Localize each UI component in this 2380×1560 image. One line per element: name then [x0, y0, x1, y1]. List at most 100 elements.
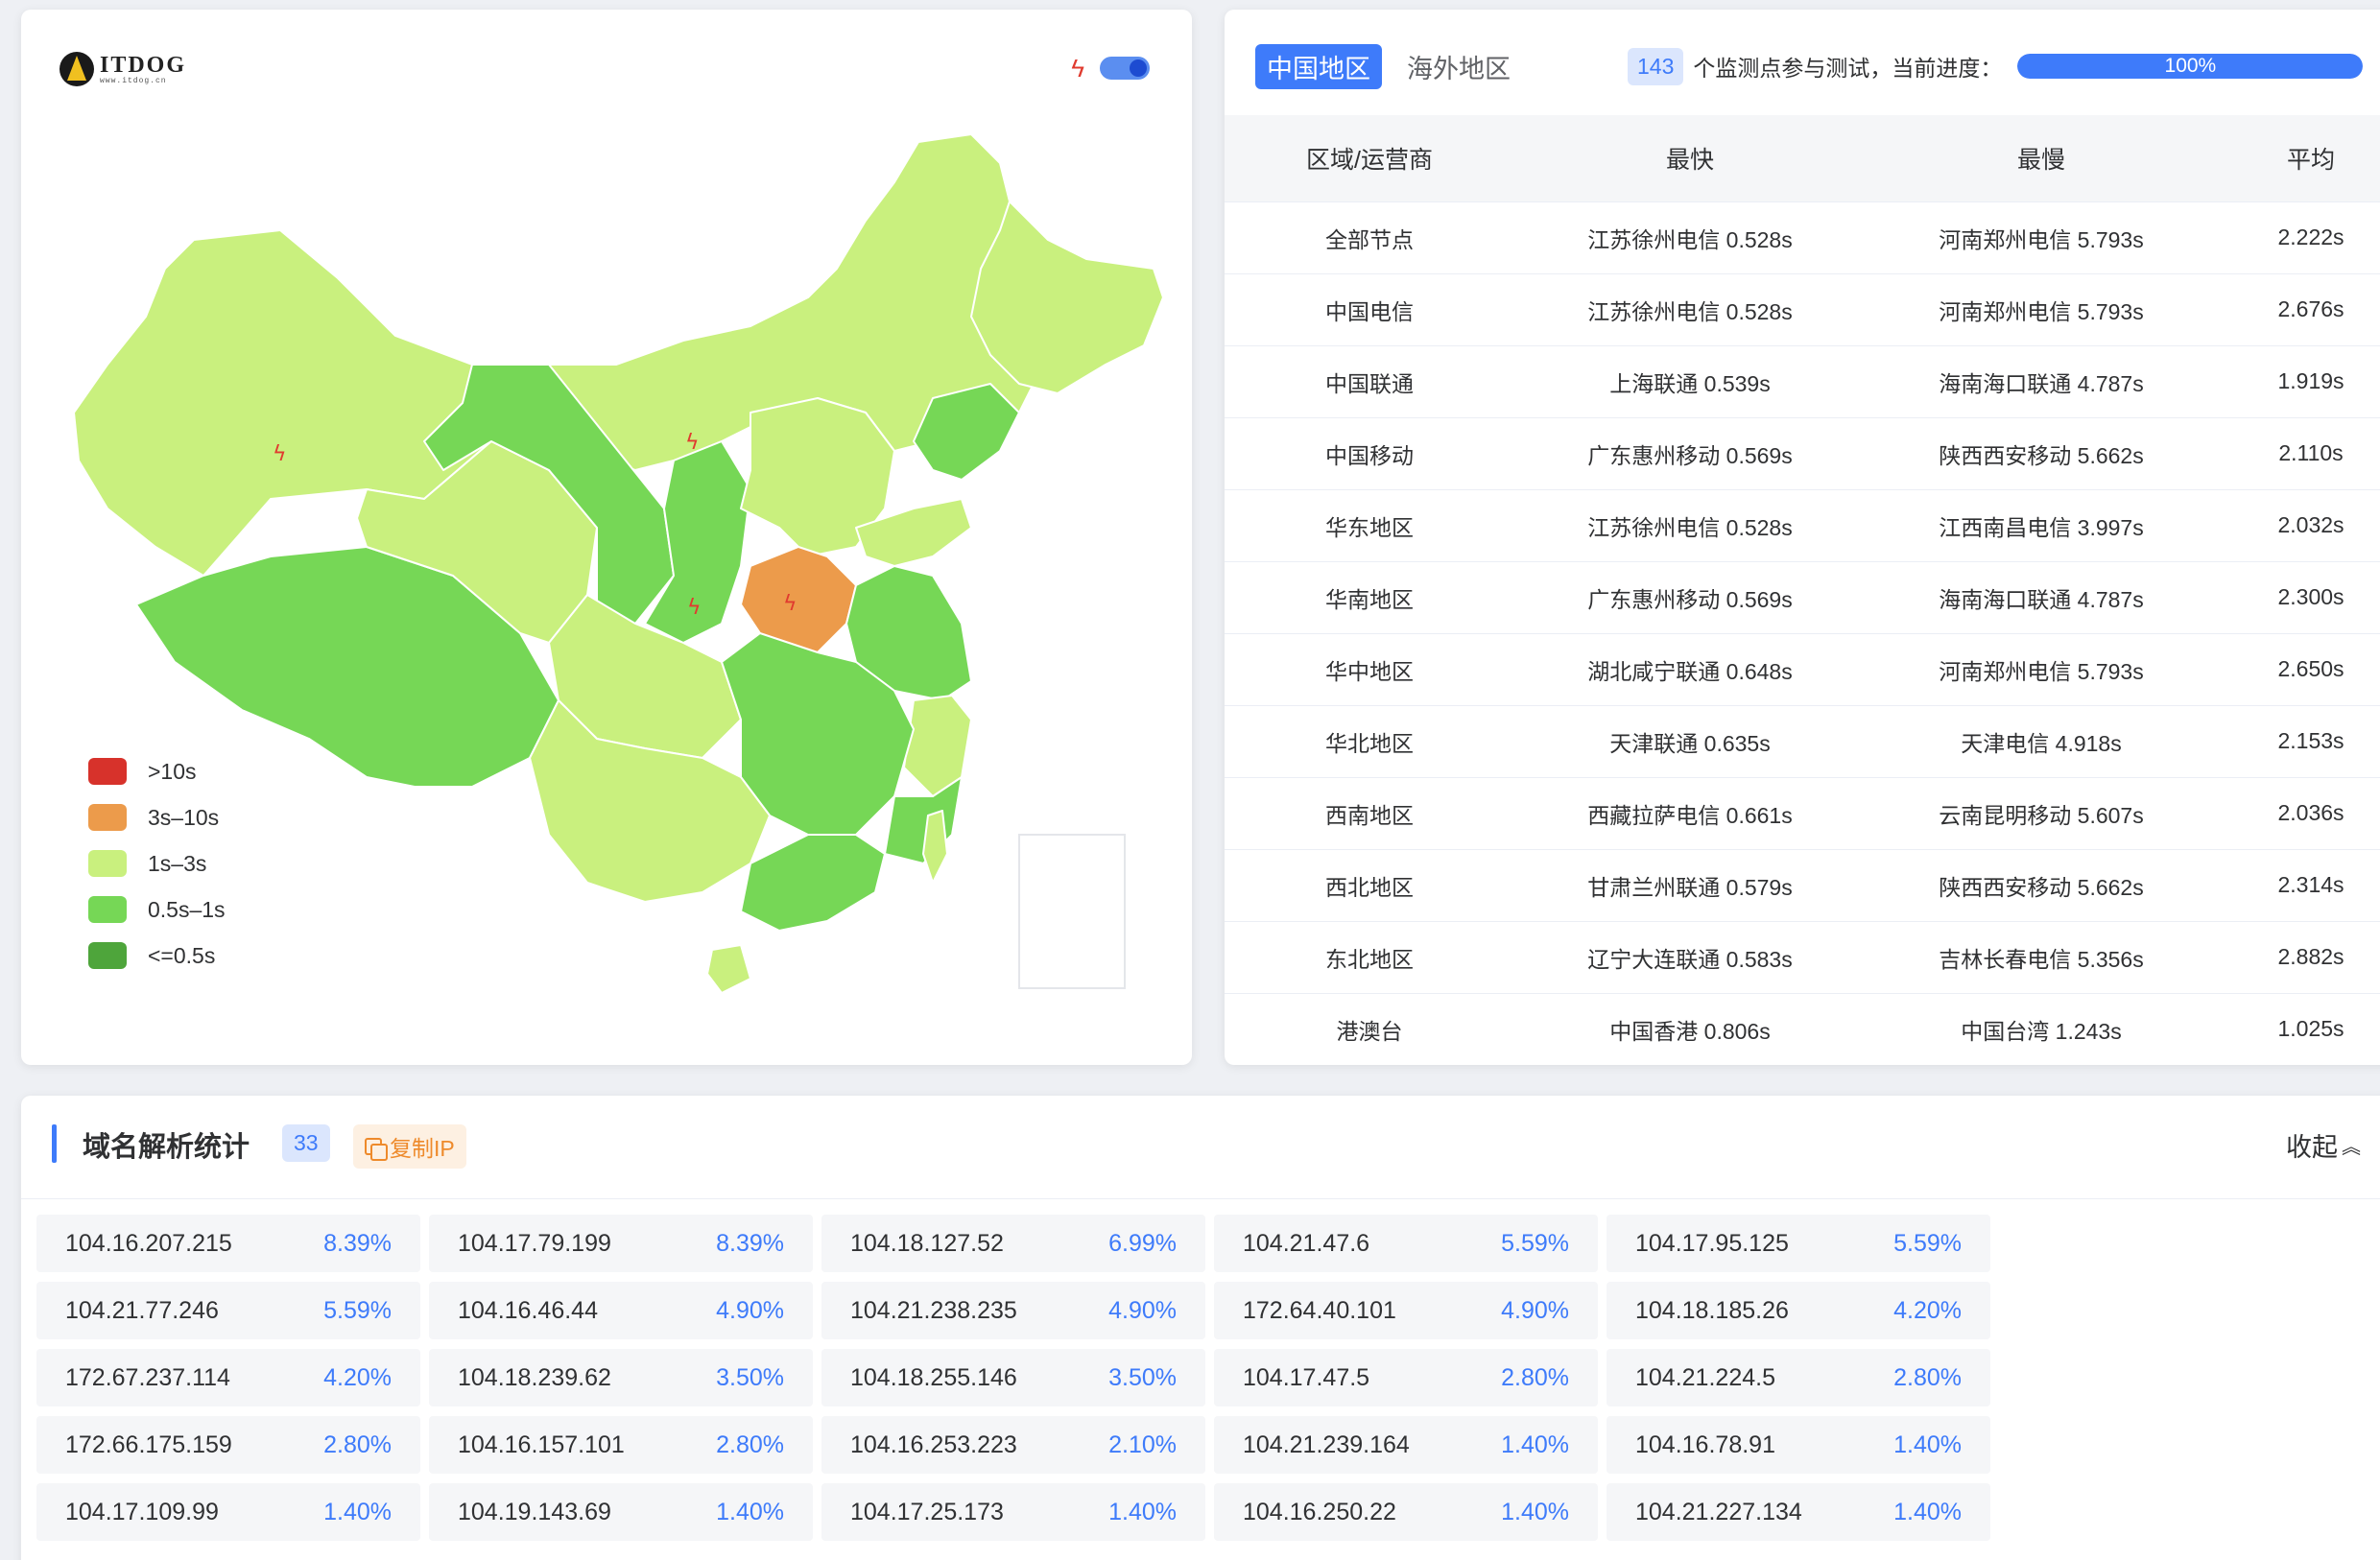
table-cell: 广东惠州移动 0.569s [1514, 560, 1866, 633]
ip-cell: 104.21.238.235 4.90% [821, 1282, 1205, 1339]
table-cell: 中国台湾 1.243s [1866, 992, 2217, 1065]
ip-address: 104.16.250.22 [1243, 1498, 1396, 1525]
table-cell: 2.650s [2217, 632, 2380, 705]
table-cell: 天津电信 4.918s [1866, 704, 2217, 777]
progress-bar: 100% [2017, 54, 2364, 79]
table-cell: 陕西西安移动 5.662s [1866, 416, 2217, 489]
ip-address: 104.16.46.44 [458, 1296, 598, 1324]
ip-address: 104.17.95.125 [1635, 1229, 1789, 1257]
ip-address: 104.16.78.91 [1635, 1430, 1775, 1458]
table-cell: 中国电信 [1225, 272, 1514, 345]
ip-percentage: 4.90% [1501, 1296, 1569, 1324]
region-northeast[interactable] [970, 201, 1164, 394]
ip-address: 172.67.237.114 [65, 1363, 230, 1391]
table-cell: 上海联通 0.539s [1514, 344, 1866, 417]
tab-overseas[interactable]: 海外地区 [1395, 44, 1522, 89]
table-cell: 辽宁大连联通 0.583s [1514, 920, 1866, 993]
ip-percentage: 3.50% [716, 1363, 784, 1391]
legend-item[interactable]: 3s–10s [88, 794, 226, 840]
ip-percentage: 1.40% [1501, 1498, 1569, 1525]
ip-percentage: 3.50% [1108, 1363, 1177, 1391]
dns-header: 域名解析统计 33 复制IP 收起 ︽ [21, 1096, 2380, 1199]
stats-card: 中国地区 海外地区 143 个监测点参与测试，当前进度： 100% 区域/运营商… [1225, 10, 2380, 1065]
ip-percentage: 6.99% [1108, 1229, 1177, 1257]
ip-address: 104.17.25.173 [850, 1498, 1004, 1525]
map-toggle-switch[interactable] [1100, 57, 1150, 80]
table-cell: 江苏徐州电信 0.528s [1514, 201, 1866, 273]
table-cell: 湖北咸宁联通 0.648s [1514, 632, 1866, 705]
table-cell: 2.036s [2217, 776, 2380, 849]
ip-grid: 104.16.207.215 8.39% 104.17.79.199 8.39% 104… [36, 1215, 1990, 1541]
table-cell: 东北地区 [1225, 920, 1514, 993]
legend-swatch [88, 850, 127, 877]
table-cell: 1.025s [2217, 992, 2380, 1065]
legend-item[interactable]: 1s–3s [88, 840, 226, 886]
legend-item[interactable]: 0.5s–1s [88, 886, 226, 933]
ip-percentage: 2.80% [1893, 1363, 1962, 1391]
legend-item[interactable]: <=0.5s [88, 933, 226, 979]
ip-percentage: 4.20% [1893, 1296, 1962, 1324]
table-cell: 2.676s [2217, 272, 2380, 345]
ip-percentage: 2.80% [716, 1430, 784, 1458]
ip-percentage: 1.40% [1893, 1498, 1962, 1525]
tab-china[interactable]: 中国地区 [1255, 43, 1382, 89]
legend-label: <=0.5s [148, 942, 216, 968]
collapse-button[interactable]: 收起 ︽ [2286, 1126, 2361, 1164]
ip-cell: 104.16.46.44 4.90% [429, 1282, 813, 1339]
table-cell: 西南地区 [1225, 776, 1514, 849]
collapse-label: 收起 [2286, 1133, 2338, 1162]
lightning-marker-icon: ϟ [783, 592, 797, 616]
table-row: 中国移动 广东惠州移动 0.569s 陕西西安移动 5.662s 2.110s [1225, 416, 2380, 489]
ip-address: 104.19.143.69 [458, 1498, 611, 1525]
legend-swatch [88, 896, 127, 923]
dns-card: 域名解析统计 33 复制IP 收起 ︽ 104.16.207.215 8.39% 1… [21, 1096, 2380, 1560]
table-row: 东北地区 辽宁大连联通 0.583s 吉林长春电信 5.356s 2.882s [1225, 920, 2380, 993]
table-cell: 海南海口联通 4.787s [1866, 560, 2217, 633]
ip-percentage: 1.40% [323, 1498, 392, 1525]
table-cell: 陕西西安移动 5.662s [1866, 848, 2217, 921]
table-cell: 2.314s [2217, 848, 2380, 921]
logo-text: ITDOG [100, 52, 187, 78]
table-cell: 西藏拉萨电信 0.661s [1514, 776, 1866, 849]
ip-percentage: 1.40% [1501, 1430, 1569, 1458]
column-header: 区域/运营商 [1225, 115, 1514, 201]
ip-cell: 104.18.127.52 6.99% [821, 1215, 1205, 1272]
table-row: 西南地区 西藏拉萨电信 0.661s 云南昆明移动 5.607s 2.036s [1225, 776, 2380, 849]
region-guangdong[interactable] [740, 834, 886, 932]
column-header: 最慢 [1866, 115, 2217, 201]
section-accent-bar [52, 1124, 57, 1163]
ip-cell: 172.66.175.159 2.80% [36, 1416, 420, 1474]
column-header: 最快 [1514, 115, 1866, 201]
dns-title: 域名解析统计 [83, 1132, 250, 1163]
ip-cell: 104.18.255.146 3.50% [821, 1349, 1205, 1406]
table-cell: 河南郑州电信 5.793s [1866, 272, 2217, 345]
ip-cell: 104.16.78.91 1.40% [1606, 1416, 1990, 1474]
ip-percentage: 4.20% [323, 1363, 392, 1391]
ip-percentage: 5.59% [323, 1296, 392, 1324]
map-card: ITDOG www.itdog.cn ϟ ϟ ϟ ϟ ϟ >10s 3s–10s… [21, 10, 1192, 1065]
ip-address: 104.21.77.246 [65, 1296, 219, 1324]
table-cell: 华北地区 [1225, 704, 1514, 777]
lightning-icon: ϟ [1071, 54, 1084, 83]
table-row: 华中地区 湖北咸宁联通 0.648s 河南郑州电信 5.793s 2.650s [1225, 632, 2380, 705]
column-header: 平均 [2217, 115, 2380, 201]
ip-address: 172.64.40.101 [1243, 1296, 1396, 1324]
copy-ip-button[interactable]: 复制IP [353, 1124, 466, 1169]
region-hainan[interactable] [706, 944, 751, 994]
legend-swatch [88, 758, 127, 785]
table-cell: 2.222s [2217, 201, 2380, 273]
legend-item[interactable]: >10s [88, 748, 226, 794]
table-row: 中国电信 江苏徐州电信 0.528s 河南郑州电信 5.793s 2.676s [1225, 272, 2380, 345]
ip-address: 104.18.127.52 [850, 1229, 1004, 1257]
legend-label: 0.5s–1s [148, 896, 226, 922]
table-cell: 港澳台 [1225, 992, 1514, 1065]
table-cell: 甘肃兰州联通 0.579s [1514, 848, 1866, 921]
ip-cell: 104.16.207.215 8.39% [36, 1215, 420, 1272]
legend-swatch [88, 804, 127, 831]
region-taiwan[interactable] [922, 810, 948, 884]
table-cell: 中国联通 [1225, 344, 1514, 417]
table-cell: 全部节点 [1225, 201, 1514, 273]
ip-cell: 104.21.224.5 2.80% [1606, 1349, 1990, 1406]
ip-address: 104.21.238.235 [850, 1296, 1017, 1324]
table-cell: 2.032s [2217, 488, 2380, 561]
